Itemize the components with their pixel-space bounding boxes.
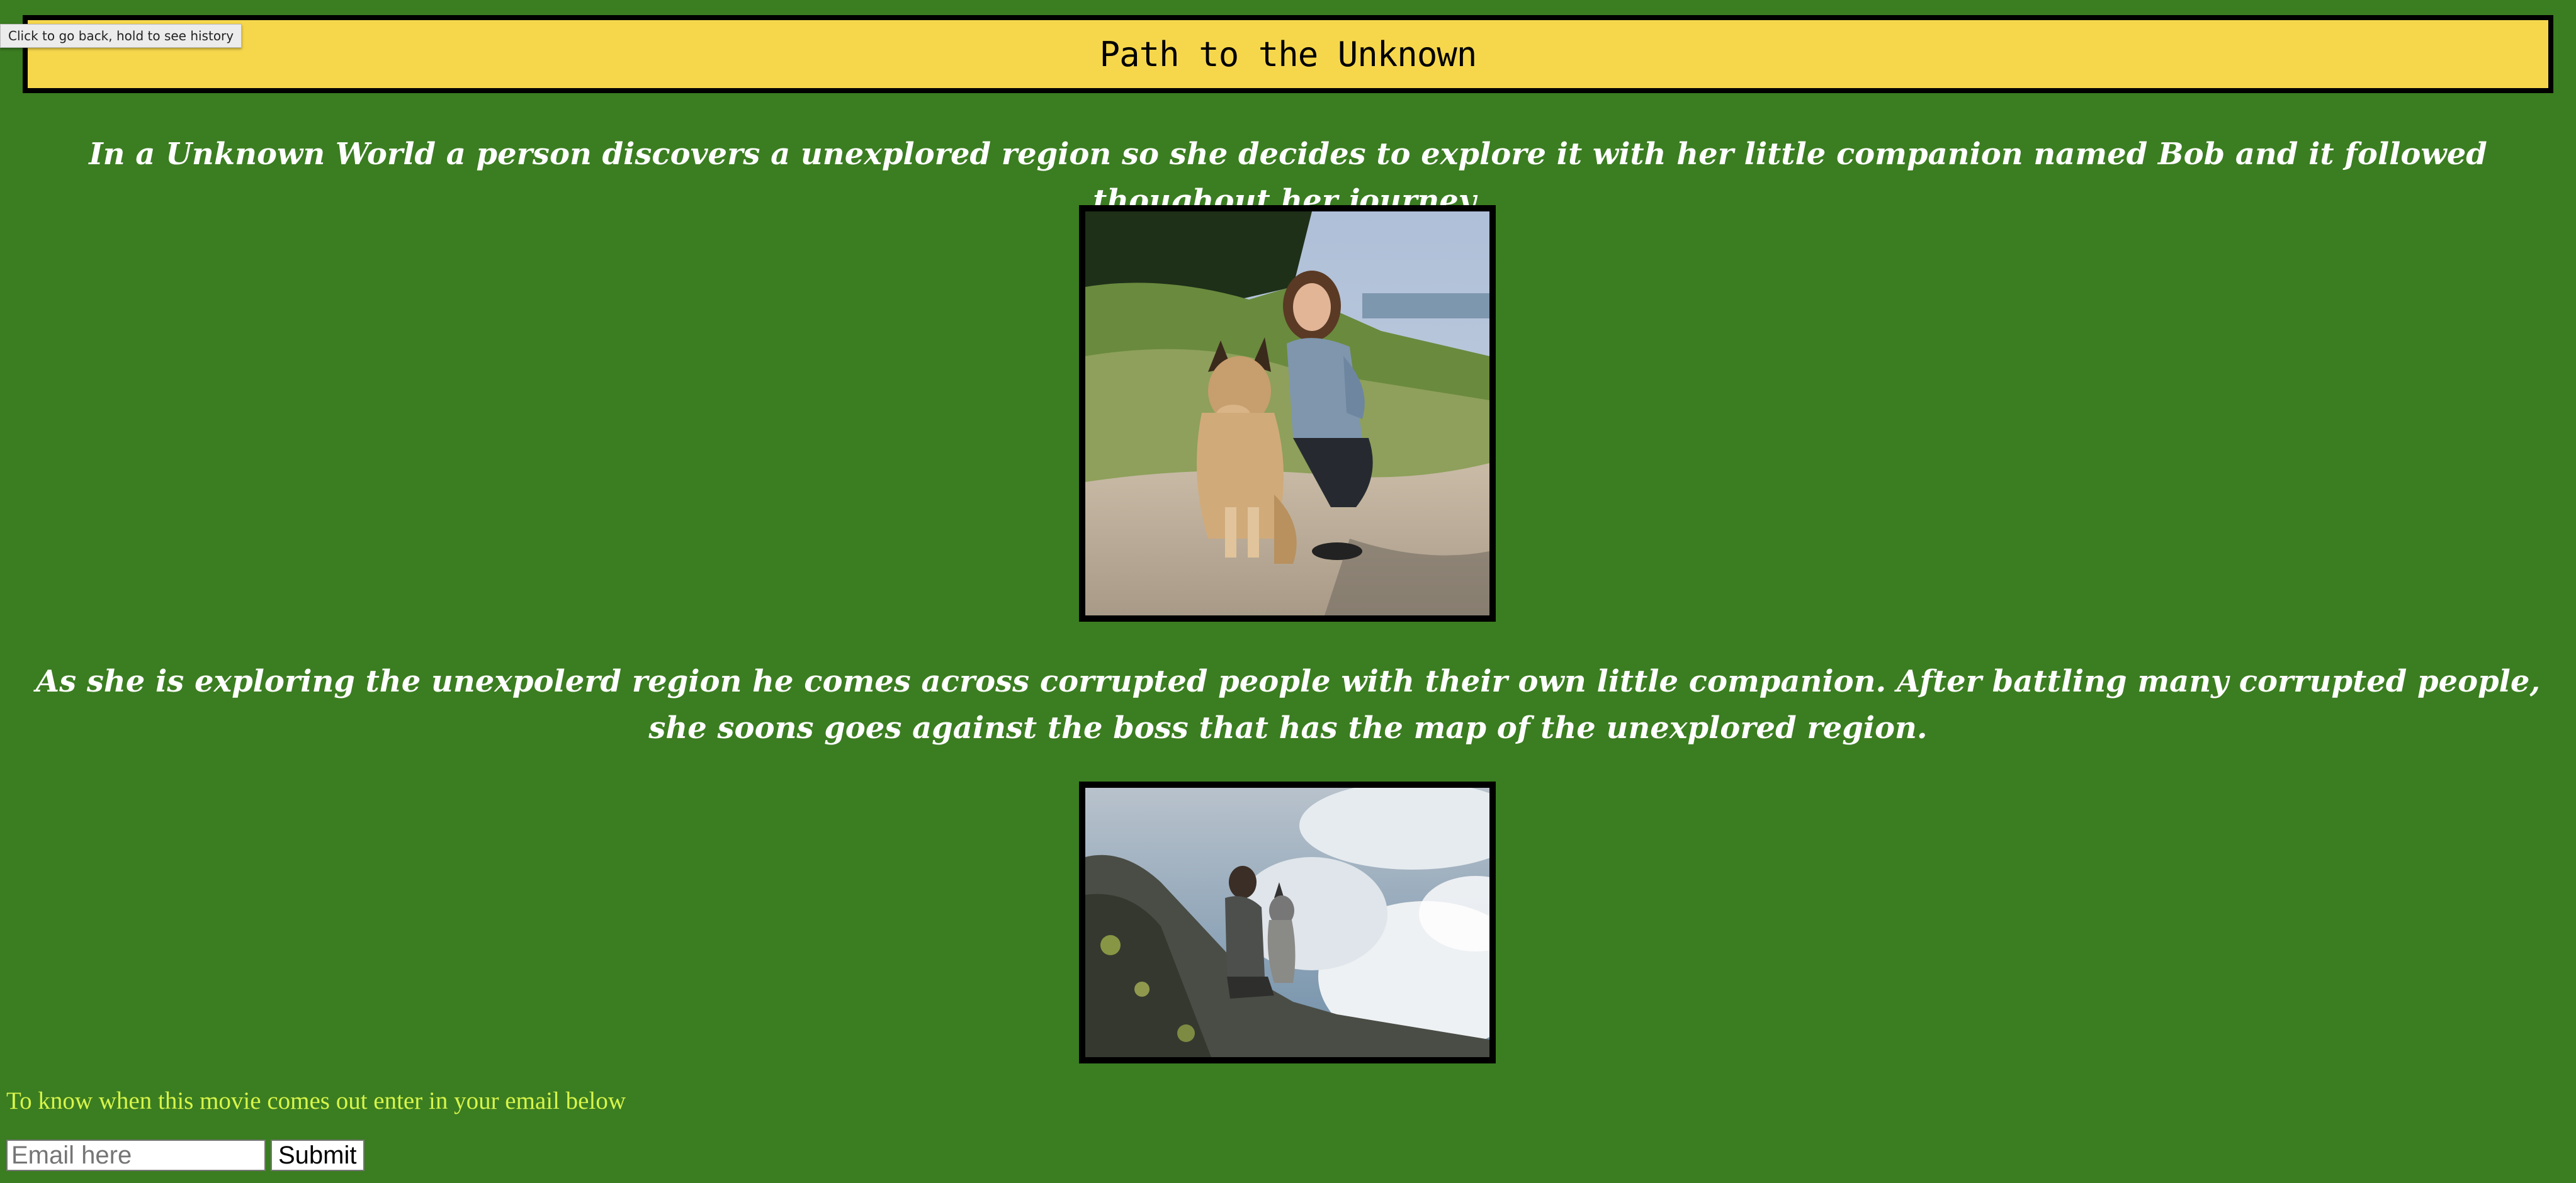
woman-with-dog-photo <box>1079 205 1496 622</box>
email-input[interactable] <box>6 1140 266 1171</box>
second-paragraph: As she is exploring the unexpolerd regio… <box>35 664 2541 746</box>
woman-with-dog-image <box>1085 211 1489 615</box>
title-banner: Path to the Unknown <box>23 15 2553 93</box>
page-title: Path to the Unknown <box>1099 34 1477 74</box>
mountain-clouds-image <box>1085 788 1489 1057</box>
submit-button[interactable]: Submit <box>271 1140 364 1171</box>
email-signup-form: Submit <box>6 1139 364 1172</box>
woman-and-dog-on-mountain-photo <box>1079 782 1496 1063</box>
newsletter-prompt: To know when this movie comes out enter … <box>6 1087 626 1114</box>
back-history-tooltip: Click to go back, hold to see history <box>0 24 242 48</box>
